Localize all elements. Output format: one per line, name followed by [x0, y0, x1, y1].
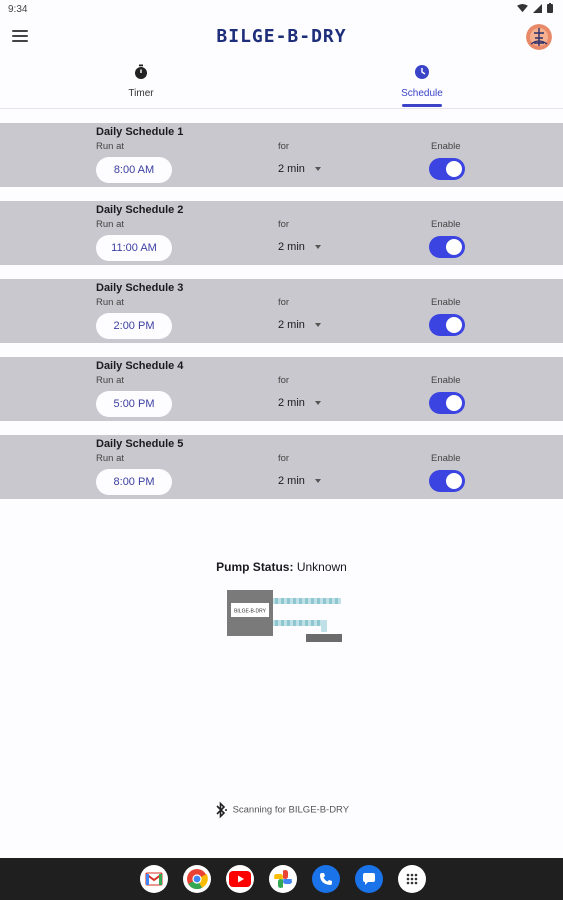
duration-dropdown[interactable]: 2 min — [278, 163, 321, 175]
dropdown-arrow-icon — [314, 479, 321, 484]
time-picker-button[interactable]: 5:00 PM — [96, 391, 172, 417]
messages-icon[interactable] — [355, 865, 383, 893]
clock-icon — [415, 65, 429, 79]
enable-label: Enable — [431, 375, 461, 386]
run-at-label: Run at — [96, 297, 124, 308]
enable-label: Enable — [431, 453, 461, 464]
for-label: for — [278, 219, 290, 230]
run-at-label: Run at — [96, 453, 124, 464]
battery-icon — [547, 3, 553, 13]
tab-bar: Timer Schedule — [0, 58, 563, 109]
duration-value: 2 min — [278, 241, 305, 253]
app-drawer-icon[interactable] — [398, 865, 426, 893]
pump-device-label: BILGE-B-DRY — [234, 609, 267, 615]
enable-label: Enable — [431, 141, 461, 152]
tab-schedule[interactable]: Schedule — [352, 58, 492, 108]
schedule-title: Daily Schedule 4 — [96, 360, 184, 372]
wifi-icon — [517, 3, 528, 12]
avatar[interactable] — [526, 24, 552, 50]
tab-timer[interactable]: Timer — [71, 58, 211, 108]
dropdown-arrow-icon — [314, 245, 321, 250]
run-at-label: Run at — [96, 375, 124, 386]
schedule-card: Daily Schedule 3 Run at for Enable 2:00 … — [0, 279, 563, 343]
enable-toggle[interactable] — [429, 236, 465, 258]
chrome-icon[interactable] — [183, 865, 211, 893]
run-at-label: Run at — [96, 219, 124, 230]
schedule-title: Daily Schedule 3 — [96, 282, 184, 294]
status-bar: 9:34 — [0, 0, 563, 20]
duration-dropdown[interactable]: 2 min — [278, 319, 321, 331]
duration-value: 2 min — [278, 397, 305, 409]
schedule-card: Daily Schedule 1 Run at for Enable 8:00 … — [0, 123, 563, 187]
app-dock — [140, 865, 426, 893]
gmail-icon[interactable] — [140, 865, 168, 893]
duration-dropdown[interactable]: 2 min — [278, 241, 321, 253]
app-title: BILGE-B-DRY — [216, 26, 347, 47]
scanning-text: Scanning for BILGE-B-DRY — [232, 804, 350, 816]
for-label: for — [278, 297, 290, 308]
system-nav-bar — [0, 858, 563, 900]
pump-diagram: BILGE-B-DRY — [227, 590, 342, 642]
schedule-title: Daily Schedule 2 — [96, 204, 184, 216]
enable-toggle[interactable] — [429, 470, 465, 492]
for-label: for — [278, 453, 290, 464]
photos-icon[interactable] — [269, 865, 297, 893]
dropdown-arrow-icon — [314, 167, 321, 172]
pump-status-label: Pump Status: — [216, 560, 294, 574]
bluetooth-icon — [216, 801, 227, 819]
tab-indicator — [402, 104, 442, 107]
stopwatch-icon — [135, 64, 147, 79]
dropdown-arrow-icon — [314, 401, 321, 406]
app-bar: BILGE-B-DRY — [0, 20, 563, 58]
schedule-card: Daily Schedule 2 Run at for Enable 11:00… — [0, 201, 563, 265]
enable-label: Enable — [431, 297, 461, 308]
for-label: for — [278, 141, 290, 152]
status-time: 9:34 — [8, 4, 28, 15]
duration-value: 2 min — [278, 475, 305, 487]
tab-schedule-label: Schedule — [401, 88, 443, 99]
enable-toggle[interactable] — [429, 158, 465, 180]
enable-toggle[interactable] — [429, 392, 465, 414]
phone-icon[interactable] — [312, 865, 340, 893]
time-picker-button[interactable]: 11:00 AM — [96, 235, 172, 261]
time-picker-button[interactable]: 8:00 AM — [96, 157, 172, 183]
pump-status: Pump Status: Unknown — [0, 560, 563, 574]
schedule-title: Daily Schedule 5 — [96, 438, 184, 450]
time-picker-button[interactable]: 8:00 PM — [96, 469, 172, 495]
duration-value: 2 min — [278, 319, 305, 331]
enable-toggle[interactable] — [429, 314, 465, 336]
for-label: for — [278, 375, 290, 386]
duration-value: 2 min — [278, 163, 305, 175]
schedule-card: Daily Schedule 5 Run at for Enable 8:00 … — [0, 435, 563, 499]
youtube-icon[interactable] — [226, 865, 254, 893]
schedule-title: Daily Schedule 1 — [96, 126, 184, 138]
enable-label: Enable — [431, 219, 461, 230]
pump-status-value: Unknown — [296, 560, 347, 574]
dropdown-arrow-icon — [314, 323, 321, 328]
schedule-card: Daily Schedule 4 Run at for Enable 5:00 … — [0, 357, 563, 421]
scanning-status: Scanning for BILGE-B-DRY — [0, 800, 563, 820]
signal-icon — [533, 3, 542, 13]
duration-dropdown[interactable]: 2 min — [278, 475, 321, 487]
time-picker-button[interactable]: 2:00 PM — [96, 313, 172, 339]
tab-timer-label: Timer — [128, 88, 154, 99]
duration-dropdown[interactable]: 2 min — [278, 397, 321, 409]
run-at-label: Run at — [96, 141, 124, 152]
